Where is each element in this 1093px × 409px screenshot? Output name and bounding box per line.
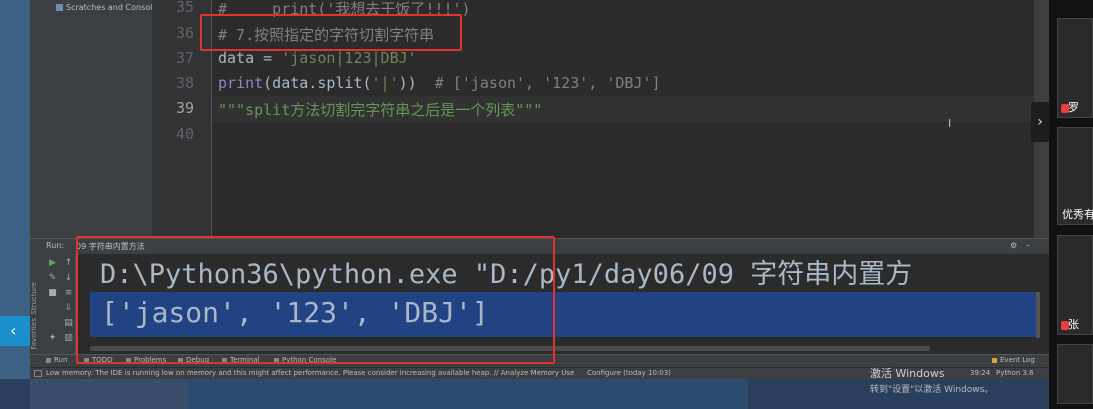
favorites-tab[interactable]: Favorites [30,318,38,350]
participant-tile[interactable]: 优秀有 [1057,127,1093,225]
left-desktop-strip: ‹ [0,0,30,409]
soft-wrap-icon[interactable]: ≡ [64,289,73,298]
line-number: 40 [175,125,194,143]
annotation-box-output [76,236,555,364]
code-line-39[interactable]: """split方法切割完字符串之后是一个列表""" [218,99,542,120]
expand-panel-button[interactable]: › [1031,102,1049,142]
desktop-region [188,379,748,409]
code-line-37[interactable]: data = 'jason|123|DBJ' [218,49,417,67]
scroll-to-end-icon[interactable]: ⇩ [64,304,73,313]
print-icon[interactable]: ▤ [64,319,73,328]
structure-tab[interactable]: Structure [30,282,38,315]
line-number: 37 [175,49,194,67]
line-number: 35 [175,0,194,16]
run-label: Run: [46,241,65,250]
tab-run[interactable]: Run [46,356,67,364]
collapse-button[interactable]: ‹ [0,316,30,346]
side-tool-strip: Structure Favorites [30,254,44,354]
tab-event-log[interactable]: Event Log [992,356,1035,364]
chevron-left-icon: ‹ [10,321,17,340]
participant-tile[interactable]: 张 [1057,235,1093,335]
scratches-and-consoles-item[interactable]: Scratches and Consoles [56,3,161,12]
trash-icon[interactable]: ▥ [64,334,73,343]
chevron-right-icon: › [1037,114,1043,130]
console-scrollbar[interactable] [1036,292,1040,338]
layout-icon[interactable] [34,370,42,377]
configure-link[interactable]: Configure (today 10:03) [587,369,671,377]
text-cursor-icon: I [948,117,952,130]
folder-icon [56,4,63,11]
rerun-icon[interactable]: ▶ [48,259,57,268]
minimize-icon[interactable]: – [1026,241,1030,250]
pin-icon[interactable]: ✦ [48,334,57,343]
project-panel: Scratches and Consoles [30,0,161,238]
stop-icon[interactable]: ■ [48,289,57,298]
participant-tile[interactable]: 罗 [1057,18,1093,118]
code-line-38[interactable]: print(data.split('|')) # ['jason', '123'… [218,74,661,92]
participant-thumbnails: 罗 优秀有 张 [1049,0,1093,409]
line-number: 39 [175,99,194,117]
status-message[interactable]: Low memory: The IDE is running low on me… [46,369,574,377]
down-icon[interactable]: ↓ [64,274,73,283]
desktop-region [30,379,188,409]
participant-tile[interactable] [1057,344,1093,404]
line-number: 36 [175,24,194,42]
up-icon[interactable]: ↑ [64,259,73,268]
windows-activation-subtitle: 转到"设置"以激活 Windows。 [870,385,994,395]
caret-position[interactable]: 39:24 [970,369,990,377]
line-number: 38 [175,74,194,92]
gear-icon[interactable]: ⚙ [1010,241,1017,250]
run-icon [46,357,51,363]
run-toolbar: ▶ ↑ ✎ ↓ ■ ≡ ⇩ ▤ ▥ ✦ [44,254,76,354]
event-log-icon [992,357,997,363]
wrench-icon[interactable]: ✎ [48,274,57,283]
annotation-box-comment [200,14,462,51]
windows-activation-title: 激活 Windows [870,367,945,380]
interpreter-selector[interactable]: Python 3.6 [996,369,1034,377]
